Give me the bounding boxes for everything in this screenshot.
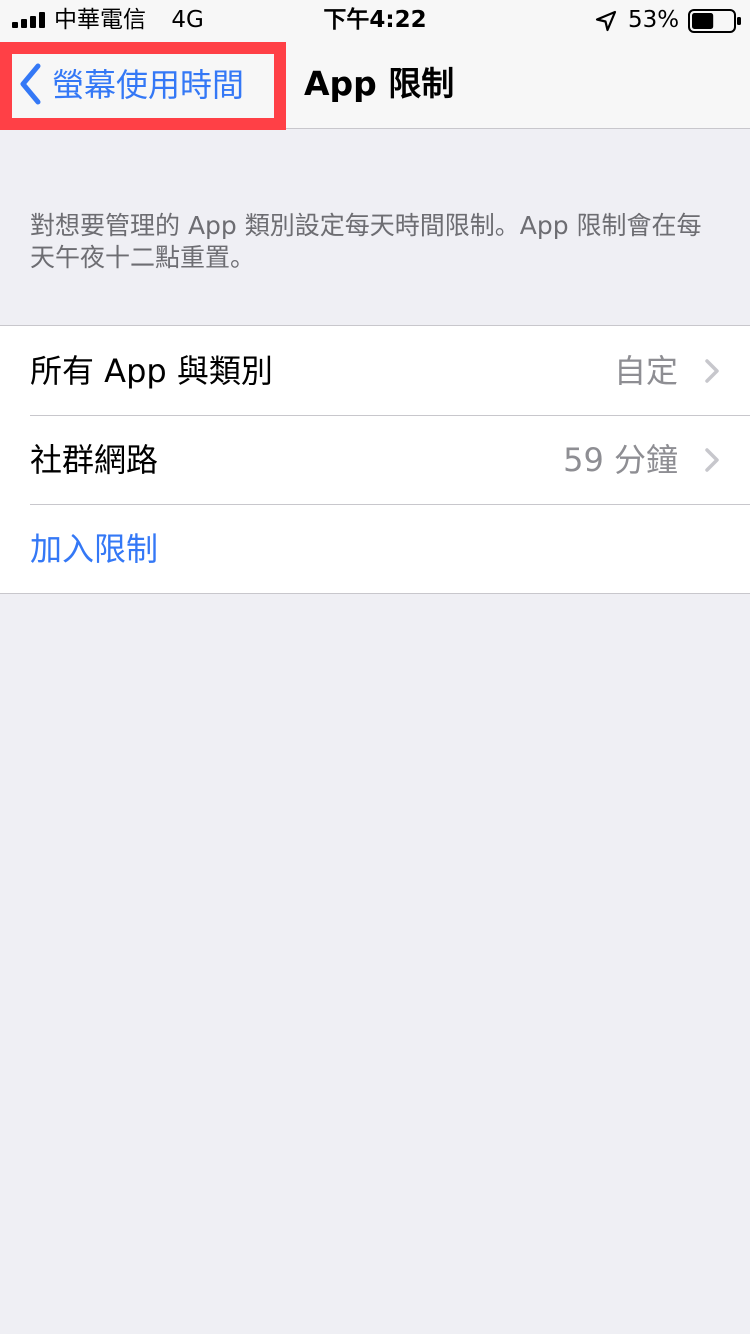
row-value: 自定 xyxy=(613,352,678,390)
limits-table: 所有 App 與類別 自定 社群網路 59 分鐘 加入限制 xyxy=(0,325,750,594)
battery-icon xyxy=(688,9,741,33)
chevron-right-icon xyxy=(705,359,719,383)
add-limit-label: 加入限制 xyxy=(30,530,159,568)
page-title: App 限制 xyxy=(304,64,455,103)
status-bar: 中華電信 4G 下午4:22 53% xyxy=(0,0,750,40)
location-icon xyxy=(595,10,617,32)
battery-percent: 53% xyxy=(628,7,680,33)
back-button[interactable]: 螢幕使用時間 xyxy=(0,42,286,130)
row-all-apps-categories[interactable]: 所有 App 與類別 自定 xyxy=(0,326,750,415)
row-label: 社群網路 xyxy=(30,441,159,479)
section-description: 對想要管理的 App 類別設定每天時間限制。App 限制會在每天午夜十二點重置。 xyxy=(30,211,702,272)
navigation-bar: 螢幕使用時間 App 限制 xyxy=(0,40,750,130)
chevron-right-icon xyxy=(705,448,719,472)
back-chevron-icon xyxy=(20,63,41,105)
row-social-networking[interactable]: 社群網路 59 分鐘 xyxy=(0,415,750,504)
row-label: 所有 App 與類別 xyxy=(30,352,273,390)
row-value: 59 分鐘 xyxy=(563,441,678,479)
back-label: 螢幕使用時間 xyxy=(52,66,245,104)
screen: 中華電信 4G 下午4:22 53% 螢幕使用時間 App 限制 對想要管理的 … xyxy=(0,0,750,1334)
add-limit-button[interactable]: 加入限制 xyxy=(0,504,750,593)
